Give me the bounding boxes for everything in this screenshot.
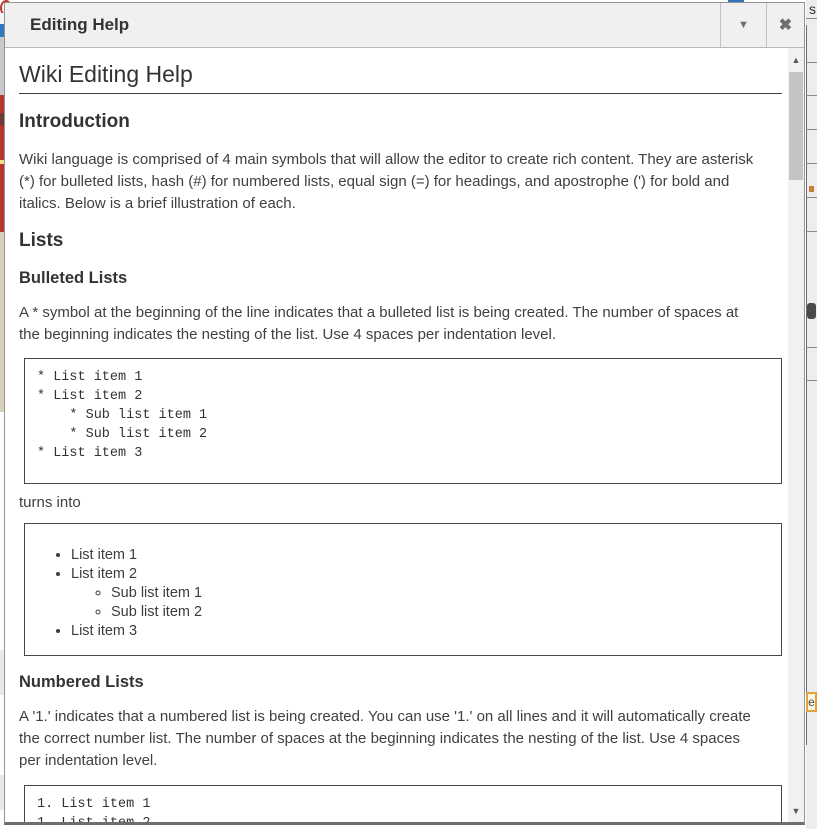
- close-icon: ✖: [779, 15, 792, 35]
- editing-help-dialog: Editing Help ▼ ✖ Wiki Editing Help Intro…: [4, 2, 805, 825]
- scroll-down-arrow-icon[interactable]: ▼: [788, 803, 804, 819]
- page-title: Wiki Editing Help: [19, 61, 782, 94]
- scrollbar-thumb[interactable]: [789, 72, 803, 180]
- sub-list-item: Sub list item 2: [111, 603, 769, 622]
- introduction-heading: Introduction: [19, 111, 782, 133]
- introduction-paragraph: Wiki language is comprised of 4 main sym…: [19, 149, 758, 215]
- list-item: List item 1: [71, 546, 769, 565]
- list-item: List item 2 Sub list item 1 Sub list ite…: [71, 565, 769, 622]
- lists-heading: Lists: [19, 230, 782, 252]
- background-highlight-fragment: e: [806, 692, 817, 712]
- background-right-strip: s e: [806, 0, 817, 829]
- collapse-button[interactable]: ▼: [720, 3, 766, 47]
- chevron-down-icon: ▼: [738, 19, 749, 31]
- list-item: List item 3: [71, 622, 769, 641]
- background-dark-glyph: [807, 303, 816, 319]
- numbered-lists-paragraph: A '1.' indicates that a numbered list is…: [19, 706, 758, 772]
- scroll-up-arrow-icon[interactable]: ▲: [788, 52, 804, 68]
- dialog-body: Wiki Editing Help Introduction Wiki lang…: [5, 48, 804, 822]
- numbered-syntax-code-block: 1. List item 1 1. List item 2: [24, 785, 782, 822]
- bulleted-syntax-code-block: * List item 1 * List item 2 * Sub list i…: [24, 358, 782, 484]
- close-button[interactable]: ✖: [766, 3, 804, 47]
- background-text-fragment: s: [809, 1, 816, 17]
- help-content: Wiki Editing Help Introduction Wiki lang…: [5, 48, 788, 822]
- numbered-lists-heading: Numbered Lists: [19, 673, 782, 692]
- sub-list-item: Sub list item 1: [111, 584, 769, 603]
- rendered-list-example: List item 1 List item 2 Sub list item 1 …: [24, 523, 782, 656]
- scrollbar[interactable]: ▲ ▼: [788, 48, 804, 822]
- background-table-border: [806, 25, 807, 745]
- dialog-titlebar: Editing Help ▼ ✖: [5, 3, 804, 48]
- turns-into-label: turns into: [19, 492, 758, 514]
- dialog-title: Editing Help: [5, 3, 720, 47]
- bulleted-lists-heading: Bulleted Lists: [19, 269, 782, 288]
- bulleted-lists-paragraph: A * symbol at the beginning of the line …: [19, 302, 758, 346]
